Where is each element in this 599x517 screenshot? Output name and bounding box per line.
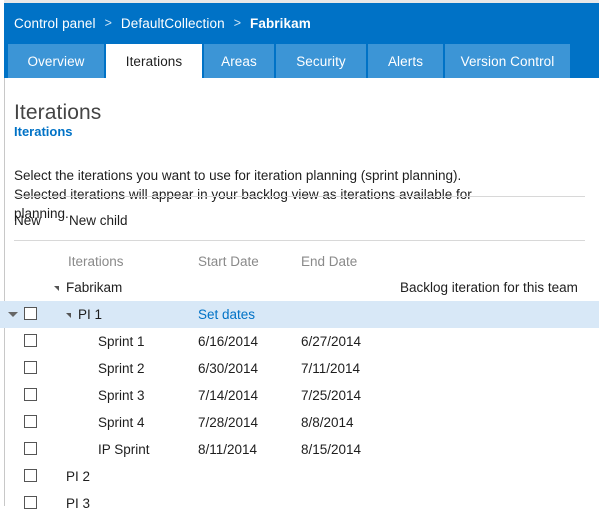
new-button[interactable]: New xyxy=(14,213,41,228)
grid-root-row[interactable]: Fabrikam Backlog iteration for this team xyxy=(0,274,599,301)
tab-strip: Overview Iterations Areas Security Alerts Ver… xyxy=(8,44,572,78)
row-start-date-cell: 7/14/2014 xyxy=(198,388,259,403)
breadcrumb-item-fabrikam: Fabrikam xyxy=(250,15,311,31)
row-checkbox[interactable] xyxy=(24,414,37,428)
grid-toolbar: New New child xyxy=(14,204,156,236)
breadcrumb-item-defaultcollection[interactable]: DefaultCollection xyxy=(121,16,225,31)
row-name-label: IP Sprint xyxy=(98,442,150,457)
row-name-cell: PI 2 xyxy=(54,469,90,484)
toolbar-divider-top xyxy=(14,196,585,197)
breadcrumb-separator: > xyxy=(233,16,241,30)
row-name-cell: PI 1 xyxy=(54,307,102,322)
row-start-date-cell: 7/28/2014 xyxy=(198,415,259,430)
table-row[interactable]: IP Sprint 8/11/2014 8/15/2014 xyxy=(0,436,599,463)
table-row[interactable]: PI 1 Set dates xyxy=(0,301,599,328)
row-name-label: Sprint 3 xyxy=(98,388,145,403)
table-row[interactable]: Sprint 4 7/28/2014 8/8/2014 xyxy=(0,409,599,436)
tab-alerts[interactable]: Alerts xyxy=(368,44,443,78)
control-panel-page: Control panel > DefaultCollection > Fabrikam… xyxy=(0,0,599,511)
root-node-name-cell: Fabrikam xyxy=(54,280,122,295)
tab-security[interactable]: Security xyxy=(276,44,366,78)
table-row[interactable]: PI 2 xyxy=(0,463,599,490)
new-child-button[interactable]: New child xyxy=(69,213,128,228)
table-row[interactable]: Sprint 1 6/16/2014 6/27/2014 xyxy=(0,328,599,355)
row-context-chevron-down-icon[interactable] xyxy=(4,311,22,319)
tab-overview[interactable]: Overview xyxy=(8,44,104,78)
tab-label: Overview xyxy=(27,53,85,69)
row-checkbox-cell xyxy=(24,333,40,350)
row-end-date-cell: 7/11/2014 xyxy=(301,361,361,376)
tab-version-control[interactable]: Version Control xyxy=(445,44,570,78)
row-checkbox[interactable] xyxy=(24,306,37,320)
breadcrumb-item-control-panel[interactable]: Control panel xyxy=(14,16,96,31)
row-end-date-cell: 6/27/2014 xyxy=(301,334,362,349)
row-checkbox-cell xyxy=(24,306,40,323)
grid-header-start-date[interactable]: Start Date xyxy=(198,254,259,269)
row-checkbox-cell xyxy=(24,441,40,458)
table-row[interactable]: Sprint 3 7/14/2014 7/25/2014 xyxy=(0,382,599,409)
grid-header-row: Iterations Start Date End Date xyxy=(0,248,599,274)
table-row[interactable]: PI 3 xyxy=(0,490,599,517)
backlog-iteration-note: Backlog iteration for this team xyxy=(400,280,578,295)
row-name-cell: Sprint 4 xyxy=(54,415,145,430)
window-left-edge xyxy=(0,0,4,78)
chevron-down-icon xyxy=(8,311,18,317)
row-checkbox-cell xyxy=(24,495,40,512)
tab-label: Areas xyxy=(221,53,257,69)
root-node-label: Fabrikam xyxy=(66,280,123,295)
tab-areas[interactable]: Areas xyxy=(204,44,274,78)
row-checkbox-cell xyxy=(24,468,40,485)
row-checkbox-cell xyxy=(24,360,40,377)
row-checkbox[interactable] xyxy=(24,360,37,374)
toolbar-divider-bottom xyxy=(14,240,585,241)
page-title: Iterations xyxy=(14,101,102,125)
row-checkbox-cell xyxy=(24,414,40,431)
row-start-date-cell: 8/11/2014 xyxy=(198,442,258,457)
row-name-cell: Sprint 1 xyxy=(54,334,145,349)
row-name-cell: Sprint 3 xyxy=(54,388,145,403)
tab-label: Version Control xyxy=(460,53,555,69)
row-end-date-cell: 8/8/2014 xyxy=(301,415,354,430)
row-checkbox[interactable] xyxy=(24,468,37,482)
row-start-date-cell: Set dates xyxy=(198,307,255,322)
row-start-date-cell: 6/30/2014 xyxy=(198,361,259,376)
header-band: Control panel > DefaultCollection > Fabrikam… xyxy=(0,0,599,78)
row-name-cell: IP Sprint xyxy=(54,442,150,457)
triangle-expanded-icon[interactable] xyxy=(66,313,71,318)
breadcrumb-separator: > xyxy=(104,16,112,30)
tab-iterations[interactable]: Iterations xyxy=(106,44,202,78)
tab-label: Alerts xyxy=(387,53,424,69)
row-checkbox[interactable] xyxy=(24,333,37,347)
row-end-date-cell: 7/25/2014 xyxy=(301,388,362,403)
row-start-date-cell: 6/16/2014 xyxy=(198,334,259,349)
row-checkbox[interactable] xyxy=(24,387,37,401)
row-name-label: PI 2 xyxy=(66,469,91,484)
table-row[interactable]: Sprint 2 6/30/2014 7/11/2014 xyxy=(0,355,599,382)
window-top-edge xyxy=(0,0,599,3)
set-dates-link[interactable]: Set dates xyxy=(198,307,255,322)
grid-header-iterations[interactable]: Iterations xyxy=(68,254,124,269)
breadcrumb: Control panel > DefaultCollection > Fabrikam xyxy=(14,13,311,33)
row-name-label: Sprint 1 xyxy=(98,334,145,349)
tab-label: Security xyxy=(296,53,346,69)
row-name-cell: PI 3 xyxy=(54,496,90,511)
row-name-label: Sprint 2 xyxy=(98,361,145,376)
grid-header-end-date[interactable]: End Date xyxy=(301,254,357,269)
row-checkbox-cell xyxy=(24,387,40,404)
row-checkbox[interactable] xyxy=(24,495,37,509)
content-pane: Iterations Iterations Select the iterati… xyxy=(0,78,599,511)
triangle-expanded-icon[interactable] xyxy=(54,286,59,291)
row-checkbox[interactable] xyxy=(24,441,37,455)
row-name-label: PI 3 xyxy=(66,496,91,511)
iterations-section-link[interactable]: Iterations xyxy=(14,124,73,139)
row-end-date-cell: 8/15/2014 xyxy=(301,442,362,457)
tab-label: Iterations xyxy=(125,53,183,69)
row-name-label: Sprint 4 xyxy=(98,415,145,430)
iterations-grid: Iterations Start Date End Date Fabrikam Back… xyxy=(0,248,599,517)
row-name-label: PI 1 xyxy=(78,307,103,322)
row-name-cell: Sprint 2 xyxy=(54,361,145,376)
